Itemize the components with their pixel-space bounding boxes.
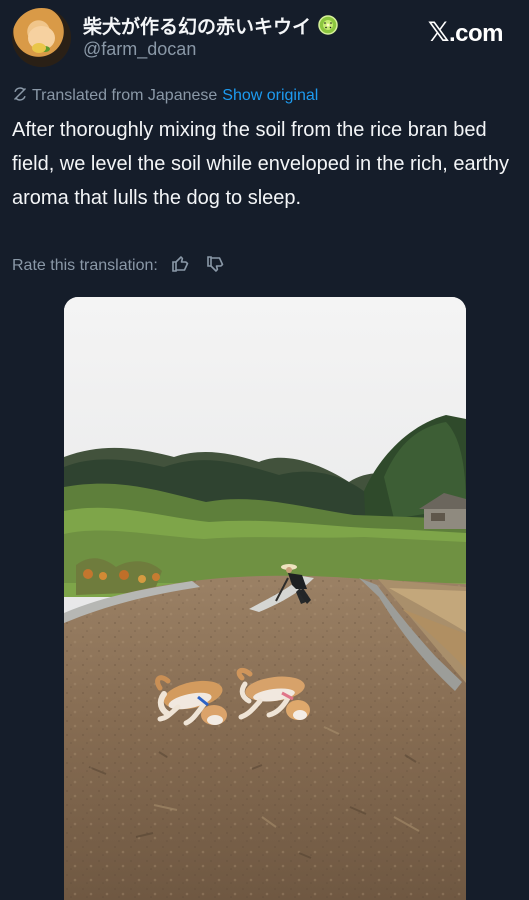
display-name[interactable]: 柴犬が作る幻の赤いキウイ [83,12,339,39]
show-original-link[interactable]: Show original [222,87,318,104]
translated-from-text: Translated from Japanese [32,87,218,104]
post-header: 柴犬が作る幻の赤いキウイ @farm_docan 𝕏.com [12,8,517,68]
translate-icon [13,87,27,101]
rate-translation: Rate this translation: [12,254,232,275]
rate-label: Rate this translation: [12,257,158,274]
post-media-photo[interactable] [64,297,466,900]
thumbs-down-icon[interactable] [206,254,226,274]
brand-domain: .com [448,20,504,47]
x-logo-icon: 𝕏 [427,17,450,47]
thumbs-up-icon[interactable] [171,254,191,274]
display-name-text: 柴犬が作る幻の赤いキウイ [83,17,312,38]
avatar[interactable] [12,8,71,67]
kiwi-icon [318,15,339,35]
handle[interactable]: @farm_docan [83,39,196,60]
translation-notice: Translated from Japanese Show original [12,86,318,105]
farm-field-photo [64,297,466,900]
post-text: After thoroughly mixing the soil from th… [12,119,509,209]
brand-logo: 𝕏.com [427,17,504,48]
post: 柴犬が作る幻の赤いキウイ @farm_docan 𝕏.com Translate… [0,0,529,900]
